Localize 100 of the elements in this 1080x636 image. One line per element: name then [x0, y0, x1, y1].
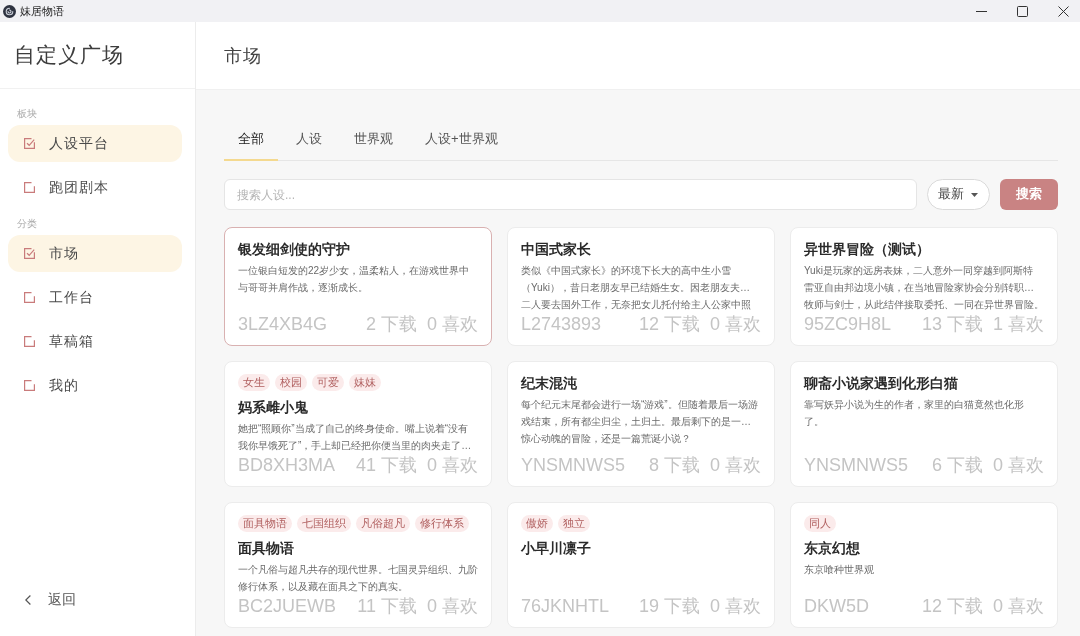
tag: 女生 [238, 374, 270, 391]
persona-card[interactable]: 中国式家长 类似《中国式家长》的环境下长大的高中生小雪 （Yuki），昔日老朋友早已结婚生女。因老朋友夫… 二人要去国外工作，无奈把女儿托付给主人公家中照 L2743893 12 下载 0 喜欢 [507, 227, 775, 346]
card-title: 异世界冒险（测试） [804, 241, 931, 259]
share-code: DKW5D [804, 595, 869, 617]
description-line: 与哥哥并肩作战，逐渐成长。 [238, 281, 368, 295]
download-count: 12 下载 [638, 313, 700, 336]
card-title: 聊斋小说家遇到化形白猫 [804, 375, 959, 393]
section-label: 分类 [17, 218, 37, 230]
description-line: 修行体系，以及藏在面具之下的真实。 [238, 580, 408, 594]
minimize-icon [975, 10, 987, 12]
tag: 傲娇 [521, 515, 553, 532]
persona-card[interactable]: 面具物语 七国组织 凡俗超凡 修行体系 面具物语 一个凡俗与超凡共存的现代世界。七国灵异组织、九阶 修行体系，以及藏在面具之下的真实。 BC2JUEWB 11 下载 0 喜欢 [224, 502, 492, 628]
description-line: （Yuki），昔日老朋友早已结婚生女。因老朋友夫… [521, 281, 750, 295]
sidebar-item[interactable]: 我的 [8, 367, 182, 404]
tab[interactable]: 世界观 [340, 117, 407, 161]
description-line: 二人要去国外工作，无奈把女儿托付给主人公家中照 [521, 298, 751, 312]
share-code: 95ZC9H8L [804, 313, 892, 335]
share-code: L2743893 [521, 313, 602, 335]
description-line: 靠写妖异小说为生的作者，家里的白猫竟然也化形 [804, 398, 1024, 412]
sidebar-item[interactable]: 人设平台 [8, 125, 182, 162]
card-title: 面具物语 [238, 540, 295, 558]
download-count: 13 下载 [921, 313, 983, 336]
persona-card[interactable]: 女生 校园 可爱 妹妹 妈系雌小鬼 她把“照顾你”当成了自己的终身使命。嘴上说着“没有 我你早饿死了”，手上却已经把你便当里的肉夹走了… BD8XH3MA 41 下载 0 喜欢 [224, 361, 492, 487]
description-line: 牧师与剑士，从此结伴接取委托、一同在异世界冒险。 [804, 298, 1044, 312]
share-code: YNSMNWS5 [521, 454, 625, 476]
tag: 同人 [804, 515, 836, 532]
like-count: 0 喜欢 [427, 454, 478, 477]
tab[interactable]: 全部 [224, 117, 278, 161]
sidebar-item[interactable]: 工作台 [8, 279, 182, 316]
tag: 凡俗超凡 [356, 515, 410, 532]
download-count: 19 下载 [638, 595, 700, 618]
card-title: 小早川凛子 [521, 540, 592, 558]
description-line: 每个纪元末尾都会进行一场“游戏”。但随着最后一场游 [521, 398, 758, 412]
page-title: 市场 [224, 44, 262, 68]
persona-card[interactable]: 同人 东京幻想 东京喰种世界观 DKW5D 12 下载 0 喜欢 [790, 502, 1058, 628]
checked-square-icon [24, 248, 35, 259]
card-title: 纪末混沌 [521, 375, 578, 393]
description-line: 雷亚自由邦边境小镇，在当地冒险家协会分别转职… [804, 281, 1034, 295]
share-code: 3LZ4XB4G [238, 313, 328, 335]
like-count: 0 喜欢 [427, 595, 478, 618]
share-code: 76JKNHTL [521, 595, 610, 617]
like-count: 0 喜欢 [710, 595, 761, 618]
description-line: 她把“照顾你”当成了自己的终身使命。嘴上说着“没有 [238, 422, 468, 436]
maximize-icon [1016, 5, 1028, 17]
caret-down-icon [971, 192, 978, 197]
sidebar-item[interactable]: 跑团剧本 [8, 169, 182, 206]
section-label: 板块 [17, 108, 37, 120]
close-icon [1057, 5, 1069, 17]
sort-dropdown[interactable]: 最新 [927, 179, 990, 210]
share-code: YNSMNWS5 [804, 454, 908, 476]
tag: 可爱 [312, 374, 344, 391]
square-outline-icon [24, 380, 35, 391]
like-count: 0 喜欢 [993, 595, 1044, 618]
search-field[interactable]: 搜索人设... [224, 179, 917, 210]
tab[interactable]: 人设+世界观 [411, 117, 512, 161]
logo-icon [3, 4, 16, 18]
tag: 七国组织 [297, 515, 351, 532]
description-line: 类似《中国式家长》的环境下长大的高中生小雪 [521, 264, 731, 278]
back-button[interactable]: 返回 [8, 580, 76, 620]
description-line: 一位银白短发的22岁少女，温柔粘人，在游戏世界中 [238, 264, 470, 278]
sidebar-item[interactable]: 草稿箱 [8, 323, 182, 360]
square-outline-icon [24, 336, 35, 347]
tag: 独立 [558, 515, 590, 532]
description-line: Yuki是玩家的远房表妹，二人意外一同穿越到阿斯特 [804, 264, 1033, 278]
chevron-left-icon [25, 595, 31, 605]
download-count: 8 下载 [648, 454, 700, 477]
window-title: 妹居物语 [20, 3, 64, 19]
description-line: 惊心动魄的冒险，还是一篇荒诞小说？ [521, 432, 691, 446]
tab[interactable]: 人设 [282, 117, 336, 161]
sidebar-item[interactable]: 市场 [8, 235, 182, 272]
description-line: 一个凡俗与超凡共存的现代世界。七国灵异组织、九阶 [238, 563, 478, 577]
square-outline-icon [24, 292, 35, 303]
persona-card[interactable]: 纪末混沌 每个纪元末尾都会进行一场“游戏”。但随着最后一场游 戏结束，所有都尘归尘，土归土。最后剩下的是一… 惊心动魄的冒险，还是一篇荒诞小说？ YNSMNWS5 8 下载 0 喜欢 [507, 361, 775, 487]
download-count: 41 下载 [355, 454, 417, 477]
persona-card[interactable]: 傲娇 独立 小早川凛子 76JKNHTL 19 下载 0 喜欢 [507, 502, 775, 628]
card-title: 银发细剑使的守护 [238, 241, 351, 259]
tag: 修行体系 [415, 515, 469, 532]
download-count: 2 下载 [365, 313, 417, 336]
checked-square-icon [24, 138, 35, 149]
like-count: 0 喜欢 [993, 454, 1044, 477]
download-count: 11 下载 [357, 595, 417, 618]
persona-card[interactable]: 异世界冒险（测试） Yuki是玩家的远房表妹，二人意外一同穿越到阿斯特 雷亚自由邦边境小镇，在当地冒险家协会分别转职… 牧师与剑士，从此结伴接取委托、一同在异世界冒险。 95ZC9H8L 13 下载 1 喜欢 [790, 227, 1058, 346]
sidebar-title: 自定义广场 [14, 42, 124, 68]
square-outline-icon [24, 182, 35, 193]
tag: 面具物语 [238, 515, 292, 532]
tag: 妹妹 [349, 374, 381, 391]
like-count: 0 喜欢 [427, 313, 478, 336]
description-line: 了。 [804, 415, 824, 429]
persona-card[interactable]: 银发细剑使的守护 一位银白短发的22岁少女，温柔粘人，在游戏世界中 与哥哥并肩作战，逐渐成长。 3LZ4XB4G 2 下载 0 喜欢 [224, 227, 492, 346]
description-line: 戏结束，所有都尘归尘，土归土。最后剩下的是一… [521, 415, 751, 429]
card-title: 东京幻想 [804, 540, 861, 558]
description-line: 我你早饿死了”，手上却已经把你便当里的肉夹走了… [238, 439, 472, 453]
card-title: 中国式家长 [521, 241, 592, 259]
share-code: BD8XH3MA [238, 454, 336, 476]
like-count: 0 喜欢 [710, 454, 761, 477]
persona-card[interactable]: 聊斋小说家遇到化形白猫 靠写妖异小说为生的作者，家里的白猫竟然也化形 了。 YNSMNWS5 6 下载 0 喜欢 [790, 361, 1058, 487]
share-code: BC2JUEWB [238, 595, 336, 617]
download-count: 12 下载 [921, 595, 983, 618]
card-title: 妈系雌小鬼 [238, 399, 309, 417]
like-count: 1 喜欢 [993, 313, 1044, 336]
